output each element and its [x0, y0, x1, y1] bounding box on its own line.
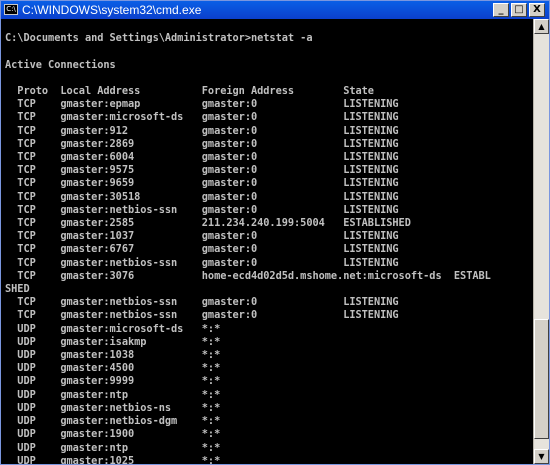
console-area[interactable]: C:\Documents and Settings\Administrator>… [1, 19, 531, 464]
console-line: TCP gmaster:2869 gmaster:0 LISTENING [5, 137, 399, 150]
window-title: C:\WINDOWS\system32\cmd.exe [22, 3, 202, 17]
console-line: SHED [5, 283, 30, 296]
console-line: TCP gmaster:9575 gmaster:0 LISTENING [5, 164, 399, 177]
console-line: UDP gmaster:microsoft-ds *:* [5, 322, 221, 335]
console-line: TCP gmaster:6004 gmaster:0 LISTENING [5, 151, 399, 164]
console-line: Proto Local Address Foreign Address Stat… [5, 85, 374, 98]
console-line: UDP gmaster:1025 *:* [5, 454, 221, 464]
console-line: TCP gmaster:6767 gmaster:0 LISTENING [5, 243, 399, 256]
close-button[interactable]: X [529, 3, 545, 17]
console-line: TCP gmaster:30518 gmaster:0 LISTENING [5, 190, 399, 203]
console-line: UDP gmaster:1900 *:* [5, 428, 221, 441]
console-line: Active Connections [5, 58, 116, 71]
console-line: UDP gmaster:netbios-ns *:* [5, 401, 221, 414]
console-line: TCP gmaster:netbios-ssn gmaster:0 LISTEN… [5, 309, 399, 322]
console-line: TCP gmaster:netbios-ssn gmaster:0 LISTEN… [5, 296, 399, 309]
cmd-window: C:\ C:\WINDOWS\system32\cmd.exe _ □ X C:… [0, 0, 550, 465]
console-line: TCP gmaster:1037 gmaster:0 LISTENING [5, 230, 399, 243]
console-output: C:\Documents and Settings\Administrator>… [1, 19, 531, 464]
console-line: TCP gmaster:912 gmaster:0 LISTENING [5, 124, 399, 137]
console-line: UDP gmaster:ntp *:* [5, 441, 221, 454]
console-line: UDP gmaster:9999 *:* [5, 375, 221, 388]
console-line: UDP gmaster:1038 *:* [5, 349, 221, 362]
console-line: TCP gmaster:netbios-ssn gmaster:0 LISTEN… [5, 203, 399, 216]
console-line: TCP gmaster:netbios-ssn gmaster:0 LISTEN… [5, 256, 399, 269]
console-line: TCP gmaster:9659 gmaster:0 LISTENING [5, 177, 399, 190]
console-line: TCP gmaster:3076 home-ecd4d02d5d.mshome.… [5, 269, 491, 282]
window-controls: _ □ X [493, 3, 545, 17]
minimize-button[interactable]: _ [493, 3, 509, 17]
scroll-up-button[interactable]: ▲ [534, 19, 549, 34]
console-line: UDP gmaster:ntp *:* [5, 388, 221, 401]
scroll-down-button[interactable]: ▼ [534, 449, 549, 464]
console-line: TCP gmaster:epmap gmaster:0 LISTENING [5, 98, 399, 111]
scroll-thumb[interactable] [534, 319, 549, 439]
console-line: UDP gmaster:isakmp *:* [5, 335, 221, 348]
console-line: TCP gmaster:2585 211.234.240.199:5004 ES… [5, 217, 411, 230]
title-bar[interactable]: C:\ C:\WINDOWS\system32\cmd.exe _ □ X [1, 1, 549, 19]
cmd-app-icon[interactable]: C:\ [4, 4, 18, 15]
console-line: TCP gmaster:microsoft-ds gmaster:0 LISTE… [5, 111, 399, 124]
console-line: UDP gmaster:netbios-dgm *:* [5, 415, 221, 428]
maximize-button[interactable]: □ [511, 3, 527, 17]
vertical-scrollbar[interactable]: ▲ ▼ [533, 19, 549, 464]
console-line: C:\Documents and Settings\Administrator>… [5, 32, 313, 45]
console-line: UDP gmaster:4500 *:* [5, 362, 221, 375]
